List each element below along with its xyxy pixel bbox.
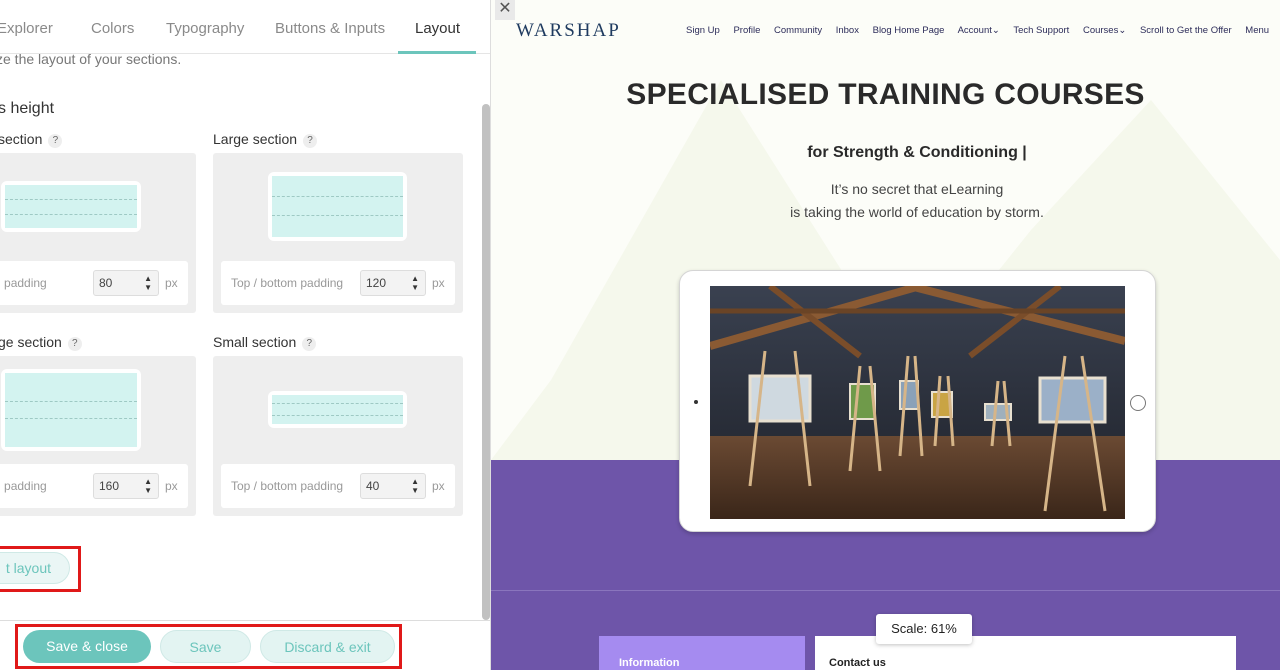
nav-item-community[interactable]: Community (774, 25, 822, 36)
nav-item-blog[interactable]: Blog Home Page (873, 25, 945, 36)
editor-tabs: Explorer Colors Typography Buttons & Inp… (0, 0, 490, 54)
nav-item-account[interactable]: Account⌄ (958, 25, 1000, 36)
help-icon[interactable]: ? (48, 134, 63, 148)
site-preview: ✕ WARSHAP Sign Up Profile Community Inbo… (491, 0, 1280, 670)
nav-item-scroll-offer[interactable]: Scroll to Get the Offer (1140, 25, 1232, 36)
medium-section-label: section? (0, 131, 63, 148)
highlight-box (15, 624, 402, 669)
padding-unit: px (432, 479, 445, 493)
large-section-label: Large section? (213, 131, 318, 148)
active-tab-indicator (398, 51, 476, 54)
padding-unit: px (432, 276, 445, 290)
medium-section-card: bottom padding 80▲▼ px (0, 153, 196, 313)
home-button-icon (1130, 395, 1146, 411)
tab-buttons-inputs[interactable]: Buttons & Inputs (275, 0, 385, 54)
nav-item-menu[interactable]: Menu (1245, 25, 1269, 36)
padding-row: Top / bottom padding 40 ▲ ▼ px (221, 464, 455, 508)
layout-intro-text: ze the layout of your sections. (0, 51, 182, 67)
padding-row: bottom padding 160▲▼ px (0, 464, 188, 508)
padding-unit: px (165, 479, 178, 493)
padding-input[interactable]: 80 ▲ ▼ (93, 270, 159, 296)
spinner-icon[interactable]: ▲ ▼ (411, 477, 419, 495)
help-icon[interactable]: ? (67, 337, 82, 351)
tab-typography[interactable]: Typography (166, 0, 244, 54)
padding-unit: px (165, 276, 178, 290)
help-icon[interactable]: ? (303, 134, 318, 148)
padding-label: Top / bottom padding (231, 479, 344, 493)
section-preview (268, 172, 407, 241)
padding-input[interactable]: 120 ▲ ▼ (360, 270, 426, 296)
nav-item-sign-up[interactable]: Sign Up (686, 25, 720, 36)
padding-label: bottom padding (0, 276, 47, 290)
help-icon[interactable]: ? (302, 337, 317, 351)
spinner-icon[interactable]: ▲ ▼ (411, 274, 419, 292)
padding-input[interactable]: 160 ▲ ▼ (93, 473, 159, 499)
tab-colors[interactable]: Colors (91, 0, 134, 54)
nav-item-tech-support[interactable]: Tech Support (1013, 25, 1069, 36)
tab-explorer[interactable]: Explorer (0, 0, 53, 54)
small-section-card: Top / bottom padding 40 ▲ ▼ px (213, 356, 463, 516)
information-label: Information (619, 657, 680, 669)
information-card: Information (599, 636, 805, 670)
padding-input[interactable]: 40 ▲ ▼ (360, 473, 426, 499)
spinner-icon[interactable]: ▲ ▼ (144, 274, 152, 292)
padding-row: Top / bottom padding 120 ▲ ▼ px (221, 261, 455, 305)
nav-item-courses[interactable]: Courses⌄ (1083, 25, 1126, 36)
hero-title: SPECIALISED TRAINING COURSES (626, 78, 1145, 111)
bottom-action-bar: Save & close Save Discard & exit (0, 620, 490, 670)
small-section-label: Small section? (213, 334, 317, 351)
divider (491, 590, 1280, 591)
scrollbar[interactable] (482, 104, 490, 620)
large-section-card: Top / bottom padding 120 ▲ ▼ px (213, 153, 463, 313)
tablet-mockup (679, 270, 1156, 532)
camera-icon (694, 400, 698, 404)
extra-large-section-label: ge section? (0, 334, 82, 351)
scale-indicator: Scale: 61% (876, 614, 972, 644)
section-preview (1, 369, 141, 451)
highlight-box (0, 546, 81, 592)
tab-layout[interactable]: Layout (415, 0, 460, 54)
nav-item-profile[interactable]: Profile (733, 25, 760, 36)
close-icon[interactable]: ✕ (495, 0, 515, 20)
padding-row: bottom padding 80▲▼ px (0, 261, 188, 305)
extra-large-section-card: bottom padding 160▲▼ px (0, 356, 196, 516)
hero-text-line: is taking the world of education by stor… (790, 204, 1044, 220)
section-preview (1, 181, 141, 232)
section-height-heading: s height (0, 100, 55, 117)
site-logo[interactable]: WARSHAP (516, 20, 621, 42)
nav-item-inbox[interactable]: Inbox (836, 25, 859, 36)
section-preview (268, 391, 407, 428)
contact-label: Contact us (829, 657, 886, 669)
theme-editor-panel: Explorer Colors Typography Buttons & Inp… (0, 0, 491, 670)
hero-text-line: It’s no secret that eLearning (830, 181, 1004, 197)
padding-label: bottom padding (0, 479, 47, 493)
site-nav: Sign Up Profile Community Inbox Blog Hom… (686, 25, 1280, 36)
spinner-icon[interactable]: ▲ ▼ (144, 477, 152, 495)
hero-subtitle: for Strength & Conditioning | (807, 144, 1027, 161)
padding-label: Top / bottom padding (231, 276, 344, 290)
hero-image (710, 286, 1125, 519)
